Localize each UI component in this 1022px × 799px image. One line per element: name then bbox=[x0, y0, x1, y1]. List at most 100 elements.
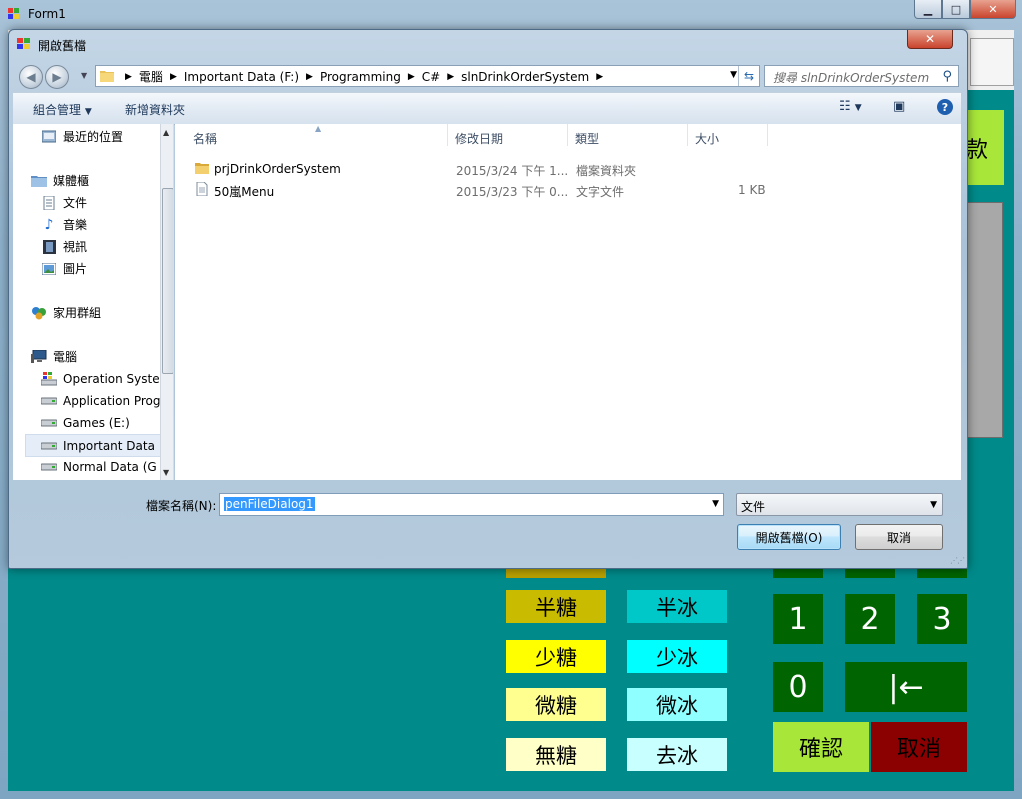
nav-item-normal-data-drive[interactable]: Normal Data (G bbox=[41, 456, 173, 477]
breadcrumb-computer[interactable]: 電腦 bbox=[139, 68, 163, 85]
chevron-right-icon[interactable]: ▶ bbox=[306, 72, 313, 82]
filetype-value: 文件 bbox=[741, 500, 766, 514]
file-row[interactable]: prjDrinkOrderSystem 2015/3/24 下午 1... 檔案… bbox=[195, 160, 795, 178]
recent-pages-dropdown[interactable]: ▼ bbox=[81, 71, 87, 80]
column-divider[interactable] bbox=[447, 124, 448, 146]
command-toolbar: 組合管理 ▼ 新增資料夾 ☷ ▼ ▣ ? bbox=[13, 92, 961, 125]
nav-item-documents[interactable]: 文件 bbox=[41, 192, 173, 213]
less-ice-button[interactable]: 少冰 bbox=[627, 640, 727, 673]
preview-pane-button[interactable]: ▣ bbox=[893, 99, 905, 114]
forward-button[interactable]: ▶ bbox=[45, 65, 69, 89]
nav-item-computer[interactable]: 電腦 bbox=[31, 346, 173, 367]
nav-item-libraries[interactable]: 媒體櫃 bbox=[31, 170, 173, 191]
chevron-right-icon[interactable]: ▶ bbox=[125, 72, 132, 82]
file-date: 2015/3/24 下午 1... bbox=[456, 164, 569, 178]
chevron-right-icon[interactable]: ▶ bbox=[447, 72, 454, 82]
chevron-right-icon[interactable]: ▶ bbox=[170, 72, 177, 82]
backspace-label: |← bbox=[888, 669, 924, 705]
nav-item-recent-places[interactable]: 最近的位置 bbox=[41, 126, 173, 147]
column-header-type[interactable]: 類型 bbox=[575, 130, 599, 147]
column-divider[interactable] bbox=[567, 124, 568, 146]
view-options-button[interactable]: ☷ ▼ bbox=[839, 99, 862, 114]
open-file-dialog: 開啟舊檔 ✕ ◀ ▶ ▼ ▶ 電腦 ▶ Important Data (F:) … bbox=[8, 29, 968, 569]
cancel-order-button[interactable]: 取消 bbox=[871, 722, 967, 772]
column-header-size[interactable]: 大小 bbox=[695, 130, 719, 147]
nav-item-music[interactable]: ♪ 音樂 bbox=[41, 214, 173, 235]
chevron-right-icon[interactable]: ▶ bbox=[408, 72, 415, 82]
nav-item-games-drive[interactable]: Games (E:) bbox=[41, 412, 173, 433]
file-row[interactable]: 50嵐Menu 2015/3/23 下午 0... 文字文件 1 KB bbox=[195, 181, 795, 199]
organize-menu[interactable]: 組合管理 ▼ bbox=[33, 101, 92, 118]
nav-item-videos[interactable]: 視訊 bbox=[41, 236, 173, 257]
top-right-field[interactable] bbox=[970, 38, 1014, 86]
nav-item-app-drive[interactable]: Application Prog bbox=[41, 390, 173, 411]
chevron-down-icon[interactable]: ▼ bbox=[712, 499, 719, 509]
organize-label: 組合管理 bbox=[33, 103, 82, 117]
resize-grip-icon[interactable]: ⋰⋰ bbox=[950, 556, 965, 565]
cancel-button[interactable]: 取消 bbox=[855, 524, 943, 550]
breadcrumb-programming[interactable]: Programming bbox=[320, 70, 401, 84]
order-list-panel[interactable] bbox=[965, 202, 1003, 438]
search-icon[interactable]: ⚲ bbox=[942, 69, 952, 84]
back-button[interactable]: ◀ bbox=[19, 65, 43, 89]
form1-titlebar[interactable]: Form1 ▁ □ ✕ bbox=[0, 0, 1022, 30]
filename-input[interactable]: penFileDialog1 ▼ bbox=[219, 493, 724, 516]
details-view-icon: ☷ bbox=[839, 99, 851, 114]
numpad-1-button[interactable]: 1 bbox=[773, 594, 823, 644]
column-header-date[interactable]: 修改日期 bbox=[455, 130, 503, 147]
half-sugar-button[interactable]: 半糖 bbox=[506, 590, 606, 623]
cancel-order-label: 取消 bbox=[896, 737, 941, 762]
search-box[interactable]: 搜尋 slnDrinkOrderSystem ⚲ bbox=[764, 65, 959, 87]
dialog-close-button[interactable]: ✕ bbox=[907, 30, 953, 49]
breadcrumb-csharp[interactable]: C# bbox=[422, 70, 440, 84]
nav-item-label: 媒體櫃 bbox=[53, 174, 90, 188]
scroll-up-icon[interactable]: ▲ bbox=[163, 128, 169, 137]
maximize-button[interactable]: □ bbox=[942, 0, 970, 19]
address-bar[interactable]: ▶ 電腦 ▶ Important Data (F:) ▶ Programming… bbox=[95, 65, 760, 87]
nav-item-homegroup[interactable]: 家用群組 bbox=[31, 302, 173, 323]
search-placeholder: 搜尋 slnDrinkOrderSystem bbox=[773, 71, 930, 85]
pay-button[interactable]: 款 bbox=[964, 110, 1004, 185]
navigation-pane-scrollbar[interactable]: ▲ ▼ bbox=[160, 124, 173, 480]
column-divider[interactable] bbox=[767, 124, 768, 146]
nav-item-label: Normal Data (G bbox=[63, 459, 157, 474]
folder-icon bbox=[195, 163, 209, 174]
nav-item-os-drive[interactable]: Operation Syste bbox=[41, 368, 173, 389]
scrollbar-thumb[interactable] bbox=[162, 188, 173, 374]
numpad-2-button[interactable]: 2 bbox=[845, 594, 895, 644]
confirm-button[interactable]: 確認 bbox=[773, 722, 869, 772]
chevron-right-icon[interactable]: ▶ bbox=[596, 72, 603, 82]
less-ice-label: 少冰 bbox=[656, 645, 698, 670]
no-ice-label: 去冰 bbox=[656, 743, 698, 768]
numpad-3-button[interactable]: 3 bbox=[917, 594, 967, 644]
nav-item-important-data-drive[interactable]: Important Data bbox=[25, 434, 172, 457]
refresh-button[interactable]: ⇆ bbox=[738, 66, 759, 86]
address-dropdown-icon[interactable]: ▼ bbox=[730, 70, 737, 80]
no-ice-button[interactable]: 去冰 bbox=[627, 738, 727, 771]
open-button[interactable]: 開啟舊檔(O) bbox=[737, 524, 841, 550]
light-sugar-button[interactable]: 微糖 bbox=[506, 688, 606, 721]
breadcrumb-solution[interactable]: slnDrinkOrderSystem bbox=[461, 70, 589, 84]
half-ice-label: 半冰 bbox=[656, 595, 698, 620]
back-arrow-icon: ◀ bbox=[26, 70, 36, 84]
drive-icon bbox=[41, 394, 57, 408]
new-folder-button[interactable]: 新增資料夾 bbox=[125, 101, 185, 118]
breadcrumb-drive[interactable]: Important Data (F:) bbox=[184, 70, 299, 84]
dialog-app-icon bbox=[17, 38, 30, 49]
numpad-0-button[interactable]: 0 bbox=[773, 662, 823, 712]
close-button[interactable]: ✕ bbox=[970, 0, 1016, 19]
less-sugar-button[interactable]: 少糖 bbox=[506, 640, 606, 673]
no-sugar-button[interactable]: 無糖 bbox=[506, 738, 606, 771]
help-button[interactable]: ? bbox=[937, 99, 953, 115]
filetype-select[interactable]: 文件 ▼ bbox=[736, 493, 943, 516]
minimize-button[interactable]: ▁ bbox=[914, 0, 942, 19]
scroll-down-icon[interactable]: ▼ bbox=[163, 468, 169, 477]
column-divider[interactable] bbox=[687, 124, 688, 146]
nav-item-label: 電腦 bbox=[53, 350, 78, 364]
half-ice-button[interactable]: 半冰 bbox=[627, 590, 727, 623]
nav-item-pictures[interactable]: 圖片 bbox=[41, 258, 173, 279]
column-header-name[interactable]: 名稱 bbox=[193, 130, 217, 147]
documents-icon bbox=[41, 195, 57, 210]
light-ice-button[interactable]: 微冰 bbox=[627, 688, 727, 721]
backspace-button[interactable]: |← bbox=[845, 662, 967, 712]
